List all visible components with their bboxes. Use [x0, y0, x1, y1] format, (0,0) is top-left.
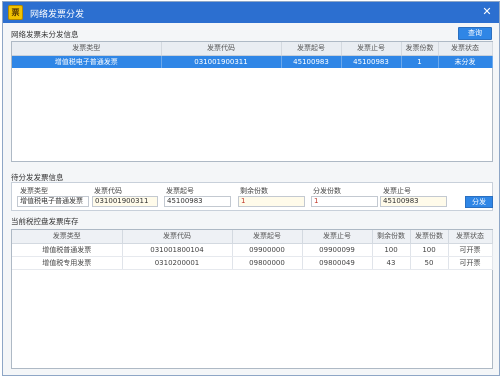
cell-start: 09800000 [232, 256, 303, 270]
cell-end: 45100983 [341, 55, 402, 68]
inventory-table-header: 发票类型 发票代码 发票起号 发票止号 剩余份数 发票份数 发票状态 [12, 230, 493, 244]
col-header-count: 发票份数 [401, 42, 439, 56]
col-header-status: 发票状态 [448, 230, 493, 244]
cell-remaining: 43 [372, 256, 411, 270]
cell-type: 增值税专用发票 [12, 256, 123, 270]
remaining-field[interactable]: 1 [238, 196, 305, 207]
cell-code: 031001900311 [161, 55, 282, 68]
cell-count: 100 [410, 243, 449, 257]
type-field[interactable]: 增值税电子普通发票 [17, 196, 89, 207]
assign-button[interactable]: 分发 [465, 196, 493, 208]
remaining-label: 剩余份数 [240, 187, 268, 195]
type-label: 发票类型 [20, 187, 48, 195]
col-header-remaining: 剩余份数 [372, 230, 411, 244]
table-row[interactable]: 增值税电子普通发票 031001900311 45100983 45100983… [12, 55, 493, 68]
cell-code: 031001800104 [122, 243, 233, 257]
col-header-type: 发票类型 [12, 230, 123, 244]
unassigned-table-panel: 发票类型 发票代码 发票起号 发票止号 发票份数 发票状态 增值税电子普通发票 … [11, 41, 493, 162]
title-bar: 票 网络发票分发 ✕ [3, 2, 499, 23]
cell-status: 可开票 [448, 243, 493, 257]
cell-type: 增值税普通发票 [12, 243, 123, 257]
inventory-table: 发票类型 发票代码 发票起号 发票止号 剩余份数 发票份数 发票状态 增值税普通… [12, 230, 493, 270]
cell-code: 0310200001 [122, 256, 233, 270]
inventory-section-label: 当前税控盘发票库存 [11, 217, 79, 226]
cell-count: 50 [410, 256, 449, 270]
col-header-start: 发票起号 [281, 42, 342, 56]
cell-type: 增值税电子普通发票 [12, 55, 162, 68]
code-label: 发票代码 [94, 187, 122, 195]
col-header-end: 发票止号 [302, 230, 373, 244]
unassigned-table: 发票类型 发票代码 发票起号 发票止号 发票份数 发票状态 增值税电子普通发票 … [12, 42, 493, 68]
table-row[interactable]: 增值税普通发票 031001800104 09900000 09900099 1… [12, 243, 493, 257]
assign-count-field[interactable]: 1 [311, 196, 378, 207]
end-field[interactable]: 45100983 [380, 196, 447, 207]
cell-start: 09900000 [232, 243, 303, 257]
col-header-count: 发票份数 [410, 230, 449, 244]
start-field[interactable]: 45100983 [164, 196, 231, 207]
inventory-table-panel: 发票类型 发票代码 发票起号 发票止号 剩余份数 发票份数 发票状态 增值税普通… [11, 229, 493, 369]
invoice-app-icon: 票 [8, 5, 23, 20]
cell-end: 09800049 [302, 256, 373, 270]
window-title: 网络发票分发 [30, 10, 85, 20]
cell-status: 可开票 [448, 256, 493, 270]
unassigned-table-header: 发票类型 发票代码 发票起号 发票止号 发票份数 发票状态 [12, 42, 493, 56]
col-header-code: 发票代码 [122, 230, 233, 244]
col-header-status: 发票状态 [438, 42, 493, 56]
col-header-code: 发票代码 [161, 42, 282, 56]
table-row[interactable]: 增值税专用发票 0310200001 09800000 09800049 43 … [12, 256, 493, 270]
cell-count: 1 [401, 55, 439, 68]
app-window: 票 网络发票分发 ✕ 网络发票未分发信息 查询 发票类型 发票代码 发票起号 发… [2, 1, 500, 376]
cell-end: 09900099 [302, 243, 373, 257]
cell-status: 未分发 [438, 55, 493, 68]
cell-start: 45100983 [281, 55, 342, 68]
query-button[interactable]: 查询 [458, 27, 492, 40]
col-header-type: 发票类型 [12, 42, 162, 56]
start-label: 发票起号 [166, 187, 194, 195]
col-header-end: 发票止号 [341, 42, 402, 56]
col-header-start: 发票起号 [232, 230, 303, 244]
close-icon[interactable]: ✕ [480, 5, 494, 19]
assign-form: 发票类型 增值税电子普通发票 发票代码 031001900311 发票起号 45… [11, 182, 493, 211]
unassigned-section-label: 网络发票未分发信息 [11, 30, 79, 39]
assign-count-label: 分发份数 [313, 187, 341, 195]
end-label: 发票止号 [383, 187, 411, 195]
cell-remaining: 100 [372, 243, 411, 257]
code-field[interactable]: 031001900311 [92, 196, 158, 207]
